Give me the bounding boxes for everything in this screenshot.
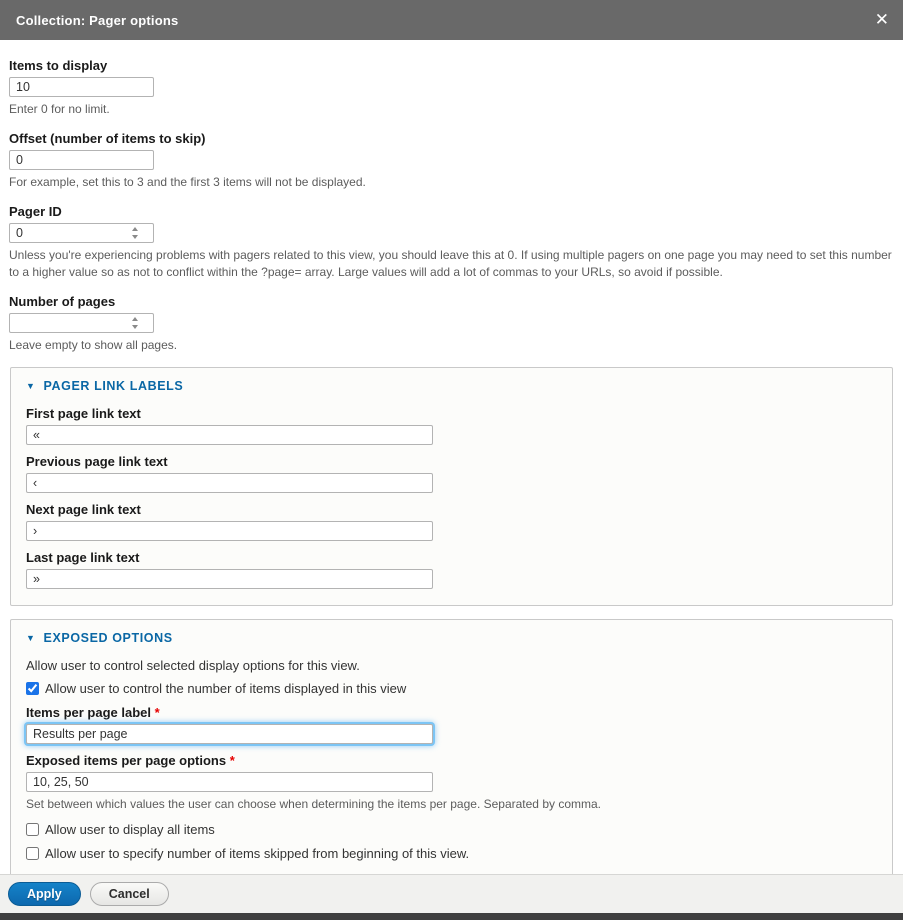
items-per-page-label-input[interactable] xyxy=(26,724,433,744)
form-item-first-page-link: First page link text xyxy=(26,406,877,445)
offset-input[interactable] xyxy=(9,150,154,170)
form-item-items-per-page-label: Items per page label * xyxy=(26,705,877,744)
first-page-link-label: First page link text xyxy=(26,406,877,421)
last-page-link-input[interactable] xyxy=(26,569,433,589)
collapse-arrow-icon: ▼ xyxy=(26,634,36,643)
fieldset-exposed-options-legend[interactable]: ▼ EXPOSED OPTIONS xyxy=(26,631,877,645)
form-item-number-of-pages: Number of pages Leave empty to show all … xyxy=(9,294,893,354)
last-page-link-label: Last page link text xyxy=(26,550,877,565)
fieldset-exposed-options: ▼ EXPOSED OPTIONS Allow user to control … xyxy=(10,619,893,874)
next-page-link-label: Next page link text xyxy=(26,502,877,517)
exposed-items-options-label: Exposed items per page options * xyxy=(26,753,877,768)
control-items-checkbox-label: Allow user to control the number of item… xyxy=(45,681,406,696)
offset-label: Offset (number of items to skip) xyxy=(9,131,893,146)
checkbox-row-control-items: Allow user to control the number of item… xyxy=(26,681,877,696)
page-background-bar xyxy=(0,913,903,920)
dialog-header: Collection: Pager options ✕ xyxy=(0,0,903,40)
fieldset-legend-text: PAGER LINK LABELS xyxy=(44,379,184,393)
form-item-exposed-items-options: Exposed items per page options * Set bet… xyxy=(26,753,877,813)
specify-skipped-checkbox[interactable] xyxy=(26,847,39,860)
close-icon[interactable]: ✕ xyxy=(875,12,889,29)
dialog-content: Items to display Enter 0 for no limit. O… xyxy=(0,40,903,874)
form-item-pager-id: Pager ID Unless you're experiencing prob… xyxy=(9,204,893,281)
number-spinner-icon[interactable] xyxy=(131,227,138,239)
form-item-items-to-display: Items to display Enter 0 for no limit. xyxy=(9,58,893,118)
exposed-items-options-description: Set between which values the user can ch… xyxy=(26,796,877,813)
exposed-items-options-input[interactable] xyxy=(26,772,433,792)
apply-button[interactable]: Apply xyxy=(8,882,81,906)
offset-description: For example, set this to 3 and the first… xyxy=(9,174,893,191)
required-marker: * xyxy=(155,705,160,720)
fieldset-pager-link-labels-legend[interactable]: ▼ PAGER LINK LABELS xyxy=(26,379,877,393)
number-of-pages-description: Leave empty to show all pages. xyxy=(9,337,893,354)
fieldset-pager-link-labels: ▼ PAGER LINK LABELS First page link text… xyxy=(10,367,893,606)
checkbox-row-specify-skipped: Allow user to specify number of items sk… xyxy=(26,846,877,861)
exposed-options-description: Allow user to control selected display o… xyxy=(26,658,877,673)
first-page-link-input[interactable] xyxy=(26,425,433,445)
fieldset-legend-text: EXPOSED OPTIONS xyxy=(44,631,173,645)
control-items-checkbox[interactable] xyxy=(26,682,39,695)
form-item-next-page-link: Next page link text xyxy=(26,502,877,541)
dialog-title: Collection: Pager options xyxy=(16,13,178,28)
form-item-offset: Offset (number of items to skip) For exa… xyxy=(9,131,893,191)
previous-page-link-input[interactable] xyxy=(26,473,433,493)
items-to-display-input[interactable] xyxy=(9,77,154,97)
collapse-arrow-icon: ▼ xyxy=(26,382,36,391)
cancel-button[interactable]: Cancel xyxy=(90,882,169,906)
checkbox-row-display-all: Allow user to display all items xyxy=(26,822,877,837)
specify-skipped-checkbox-label: Allow user to specify number of items sk… xyxy=(45,846,469,861)
next-page-link-input[interactable] xyxy=(26,521,433,541)
form-item-previous-page-link: Previous page link text xyxy=(26,454,877,493)
pager-id-label: Pager ID xyxy=(9,204,893,219)
display-all-checkbox[interactable] xyxy=(26,823,39,836)
required-marker: * xyxy=(230,753,235,768)
number-spinner-icon[interactable] xyxy=(131,317,138,329)
number-of-pages-label: Number of pages xyxy=(9,294,893,309)
label-text: Items per page label xyxy=(26,705,151,720)
label-text: Exposed items per page options xyxy=(26,753,226,768)
form-item-last-page-link: Last page link text xyxy=(26,550,877,589)
previous-page-link-label: Previous page link text xyxy=(26,454,877,469)
display-all-checkbox-label: Allow user to display all items xyxy=(45,822,215,837)
items-to-display-label: Items to display xyxy=(9,58,893,73)
items-per-page-label-label: Items per page label * xyxy=(26,705,877,720)
dialog-footer: Apply Cancel xyxy=(0,874,903,913)
items-to-display-description: Enter 0 for no limit. xyxy=(9,101,893,118)
pager-id-description: Unless you're experiencing problems with… xyxy=(9,247,893,281)
